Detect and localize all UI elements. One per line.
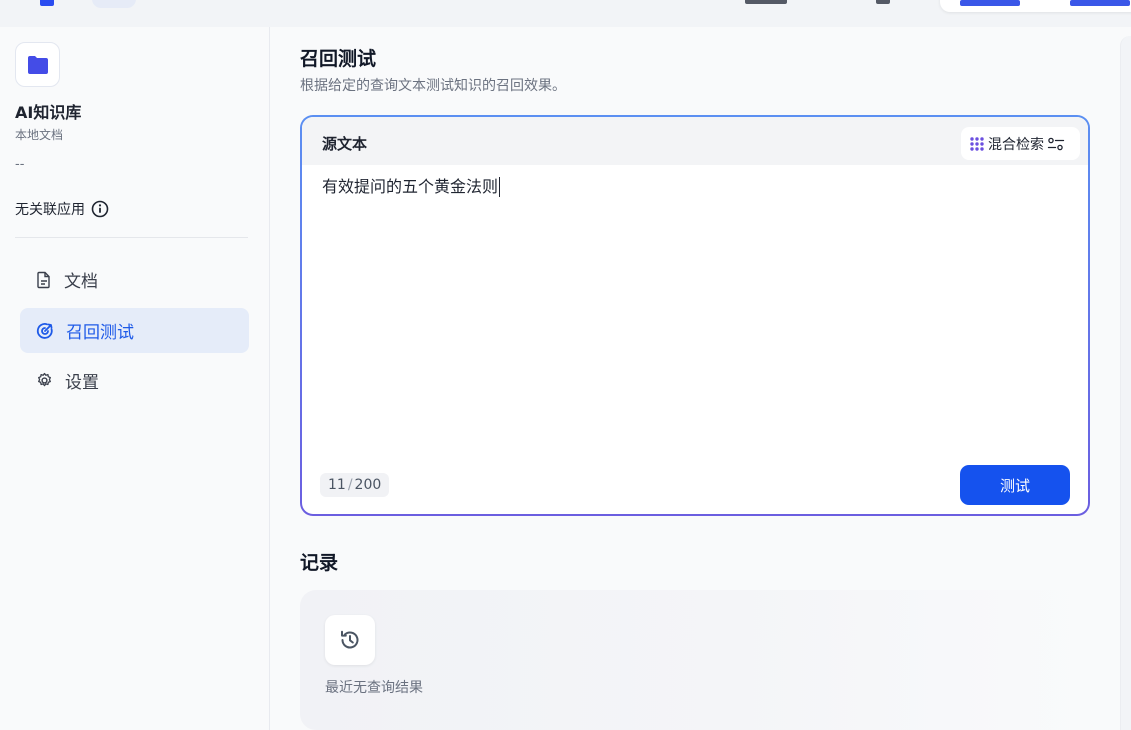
sidebar-item-label: 设置 bbox=[65, 373, 99, 393]
empty-records-text: 最近无查询结果 bbox=[325, 680, 423, 696]
top-nav-item[interactable] bbox=[876, 0, 890, 4]
sidebar: AI知识库 本地文档 -- 无关联应用 文档 召回测试 设置 bbox=[0, 27, 270, 730]
workspace-pill[interactable] bbox=[92, 0, 136, 8]
folder-icon bbox=[27, 55, 48, 74]
info-icon[interactable] bbox=[91, 200, 109, 218]
history-badge bbox=[325, 615, 375, 665]
counter-separator: / bbox=[347, 477, 353, 493]
query-textarea[interactable]: 有效提问的五个黄金法则 bbox=[322, 177, 501, 197]
query-label: 源文本 bbox=[322, 135, 368, 153]
sidebar-item-recall-test[interactable]: 召回测试 bbox=[20, 308, 249, 353]
knowledge-base-name: AI知识库 bbox=[15, 103, 82, 122]
sidebar-divider bbox=[15, 237, 248, 238]
sidebar-item-settings[interactable]: 设置 bbox=[20, 358, 249, 403]
page-subtitle: 根据给定的查询文本测试知识的召回效果。 bbox=[300, 78, 566, 94]
records-title: 记录 bbox=[300, 552, 339, 574]
history-icon bbox=[341, 630, 359, 649]
character-count: 11 bbox=[328, 477, 346, 493]
records-panel: 最近无查询结果 bbox=[300, 590, 1090, 730]
test-button[interactable]: 测试 bbox=[960, 465, 1070, 505]
retrieval-mode-label: 混合检索 bbox=[988, 136, 1044, 153]
knowledge-base-avatar bbox=[15, 42, 60, 87]
grid-icon bbox=[970, 136, 984, 151]
related-apps-label: 无关联应用 bbox=[15, 202, 85, 218]
right-panel-edge bbox=[1120, 36, 1131, 730]
top-bar bbox=[0, 0, 1131, 27]
settings-sliders-icon bbox=[1047, 137, 1065, 150]
document-icon bbox=[37, 271, 50, 288]
gear-icon bbox=[38, 372, 51, 387]
related-apps: 无关联应用 bbox=[15, 199, 109, 219]
knowledge-base-description: -- bbox=[15, 157, 25, 172]
sidebar-item-label: 召回测试 bbox=[66, 323, 134, 343]
logo bbox=[40, 0, 54, 6]
sidebar-item-documents[interactable]: 文档 bbox=[20, 257, 249, 302]
top-right-card[interactable] bbox=[940, 0, 1131, 12]
top-nav-item[interactable] bbox=[745, 0, 787, 4]
sidebar-item-label: 文档 bbox=[64, 272, 98, 292]
page-title: 召回测试 bbox=[300, 48, 377, 70]
target-icon bbox=[36, 322, 53, 339]
query-header: 源文本 混合检索 bbox=[302, 117, 1088, 165]
retrieval-mode-button[interactable]: 混合检索 bbox=[961, 127, 1080, 160]
knowledge-base-type: 本地文档 bbox=[15, 128, 64, 142]
character-counter: 11 / 200 bbox=[320, 473, 390, 497]
query-panel: 源文本 混合检索 有效提问的五个黄金法则 11 / 200 测试 bbox=[300, 115, 1090, 516]
character-max: 200 bbox=[354, 477, 382, 493]
